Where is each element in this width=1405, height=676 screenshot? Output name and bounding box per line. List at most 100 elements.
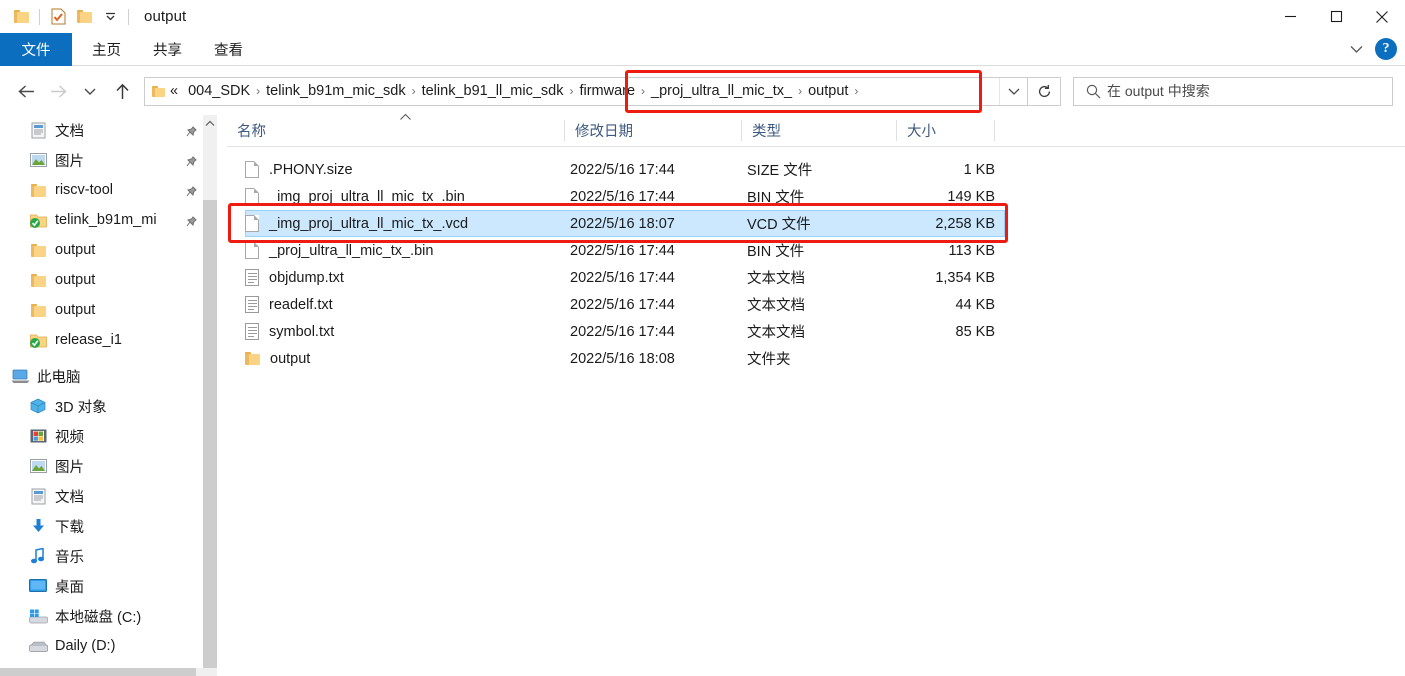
scrollbar-thumb-horizontal[interactable]: [0, 668, 196, 676]
close-button[interactable]: [1359, 0, 1405, 33]
tab-file[interactable]: 文件: [0, 33, 72, 66]
help-button[interactable]: ?: [1375, 38, 1397, 60]
sidebar-item-label: 3D 对象: [55, 399, 107, 416]
sidebar-vertical-scrollbar[interactable]: [203, 115, 217, 668]
documents-icon: [28, 122, 48, 139]
table-row[interactable]: _img_proj_ultra_ll_mic_tx_.bin 2022/5/16…: [227, 183, 1405, 210]
breadcrumb-crumb-004-sdk[interactable]: 004_SDK: [183, 78, 255, 105]
pictures-icon: [28, 153, 48, 167]
address-bar[interactable]: « 004_SDK › telink_b91m_mic_sdk › telink…: [144, 76, 1028, 106]
breadcrumb-crumb-telink-b91m-mic-sdk[interactable]: telink_b91m_mic_sdk: [261, 78, 410, 105]
refresh-button[interactable]: [1028, 76, 1061, 106]
search-input[interactable]: 在 output 中搜索: [1107, 81, 1210, 101]
videos-icon: [28, 429, 48, 443]
tab-view[interactable]: 查看: [198, 33, 259, 66]
sidebar-item-this-pc[interactable]: 此电脑: [0, 361, 203, 391]
sidebar-item-pictures-quick[interactable]: 图片: [0, 145, 203, 175]
column-header-type[interactable]: 类型: [742, 115, 897, 146]
table-row[interactable]: .PHONY.size 2022/5/16 17:44 SIZE 文件 1 KB: [227, 156, 1405, 183]
sidebar-item-documents-quick[interactable]: 文档: [0, 115, 203, 145]
file-date-cell: 2022/5/16 18:07: [570, 215, 675, 232]
sidebar-item-output-1[interactable]: output: [0, 235, 203, 265]
file-size-cell: 85 KB: [955, 323, 996, 340]
sidebar-item-label: 本地磁盘 (C:): [55, 609, 142, 626]
table-row[interactable]: readelf.txt 2022/5/16 17:44 文本文档 44 KB: [227, 291, 1405, 318]
sidebar-item-release-i1[interactable]: release_i1: [0, 325, 203, 355]
pin-icon[interactable]: [186, 124, 197, 142]
scrollbar-thumb[interactable]: [203, 200, 217, 668]
table-row[interactable]: _proj_ultra_ll_mic_tx_.bin 2022/5/16 17:…: [227, 237, 1405, 264]
sidebar-item-label: 文档: [55, 489, 84, 506]
column-headers: 名称 修改日期 类型 大小: [227, 113, 1405, 147]
sidebar-item-label: release_i1: [55, 332, 122, 348]
search-box[interactable]: 在 output 中搜索: [1073, 76, 1393, 106]
new-folder-icon[interactable]: [71, 4, 97, 30]
tab-home[interactable]: 主页: [76, 33, 137, 66]
minimize-button[interactable]: [1267, 0, 1313, 33]
sidebar-item-output-3[interactable]: output: [0, 295, 203, 325]
sidebar-item-pictures[interactable]: 图片: [0, 451, 203, 481]
sidebar-item-videos[interactable]: 视频: [0, 421, 203, 451]
sync-folder-icon: [28, 213, 48, 228]
column-header-size[interactable]: 大小: [897, 115, 995, 146]
table-row[interactable]: objdump.txt 2022/5/16 17:44 文本文档 1,354 K…: [227, 264, 1405, 291]
folder-icon[interactable]: [8, 4, 34, 30]
chevron-down-icon[interactable]: [1343, 36, 1369, 62]
sidebar-item-local-disk-c[interactable]: 本地磁盘 (C:): [0, 601, 203, 631]
column-header-date[interactable]: 修改日期: [565, 115, 742, 146]
sidebar-item-documents[interactable]: 文档: [0, 481, 203, 511]
customize-dropdown-icon[interactable]: [97, 4, 123, 30]
breadcrumb-overflow[interactable]: «: [165, 78, 183, 105]
scroll-up-arrow-icon[interactable]: [203, 115, 217, 131]
address-history-dropdown-icon[interactable]: [999, 77, 1027, 105]
column-header-name[interactable]: 名称: [227, 115, 565, 146]
breadcrumb-separator[interactable]: ›: [853, 84, 859, 98]
breadcrumb-crumb-output[interactable]: output: [803, 78, 853, 105]
table-row[interactable]: symbol.txt 2022/5/16 17:44 文本文档 85 KB: [227, 318, 1405, 345]
text-file-icon: [245, 296, 259, 313]
file-name-cell: symbol.txt: [245, 318, 334, 345]
table-row-selected[interactable]: _img_proj_ultra_ll_mic_tx_.vcd 2022/5/16…: [227, 210, 1405, 237]
file-name-label: _img_proj_ultra_ll_mic_tx_.bin: [269, 188, 465, 205]
music-icon: [28, 548, 48, 564]
window-title: output: [144, 8, 187, 25]
column-header-name-label: 名称: [237, 124, 266, 140]
pictures-icon: [28, 459, 48, 473]
sidebar-item-output-2[interactable]: output: [0, 265, 203, 295]
up-button[interactable]: [106, 76, 138, 106]
pin-icon[interactable]: [186, 154, 197, 172]
ribbon-tab-bar: 文件 主页 共享 查看 ?: [0, 33, 1405, 66]
breadcrumb-crumb-telink-b91-ll-mic-sdk[interactable]: telink_b91_ll_mic_sdk: [417, 78, 569, 105]
address-bar-row: « 004_SDK › telink_b91m_mic_sdk › telink…: [0, 67, 1405, 115]
pin-icon[interactable]: [186, 214, 197, 232]
file-name-label: .PHONY.size: [269, 161, 353, 178]
sidebar-item-label: 视频: [55, 429, 84, 446]
table-row[interactable]: output 2022/5/16 18:08 文件夹: [227, 345, 1405, 372]
column-divider[interactable]: [994, 120, 995, 141]
file-name-label: objdump.txt: [269, 269, 344, 286]
folder-name-cell: output: [245, 345, 310, 372]
forward-button[interactable]: [42, 76, 74, 106]
sidebar-item-riscv-tool[interactable]: riscv-tool: [0, 175, 203, 205]
sidebar-item-music[interactable]: 音乐: [0, 541, 203, 571]
sidebar-horizontal-scrollbar[interactable]: [0, 668, 217, 676]
sidebar-item-downloads[interactable]: 下载: [0, 511, 203, 541]
sidebar-item-desktop[interactable]: 桌面: [0, 571, 203, 601]
sidebar-item-telink-b91m-mi[interactable]: telink_b91m_mi: [0, 205, 203, 235]
properties-icon[interactable]: [45, 4, 71, 30]
folder-icon: [28, 183, 48, 197]
recent-locations-icon[interactable]: [74, 76, 106, 106]
breadcrumb-crumb-proj-ultra-ll-mic-tx[interactable]: _proj_ultra_ll_mic_tx_: [646, 78, 797, 105]
sidebar-item-daily-d[interactable]: Daily (D:): [0, 631, 203, 661]
maximize-button[interactable]: [1313, 0, 1359, 33]
file-name-label: _img_proj_ultra_ll_mic_tx_.vcd: [269, 215, 469, 232]
generic-file-icon: [245, 188, 259, 205]
file-date-cell: 2022/5/16 17:44: [570, 242, 675, 259]
back-button[interactable]: [10, 76, 42, 106]
pin-icon[interactable]: [186, 184, 197, 202]
tab-share[interactable]: 共享: [137, 33, 198, 66]
column-header-size-label: 大小: [907, 124, 936, 140]
sidebar-item-3d-objects[interactable]: 3D 对象: [0, 391, 203, 421]
text-file-icon: [245, 269, 259, 286]
breadcrumb-crumb-firmware[interactable]: firmware: [574, 78, 640, 105]
